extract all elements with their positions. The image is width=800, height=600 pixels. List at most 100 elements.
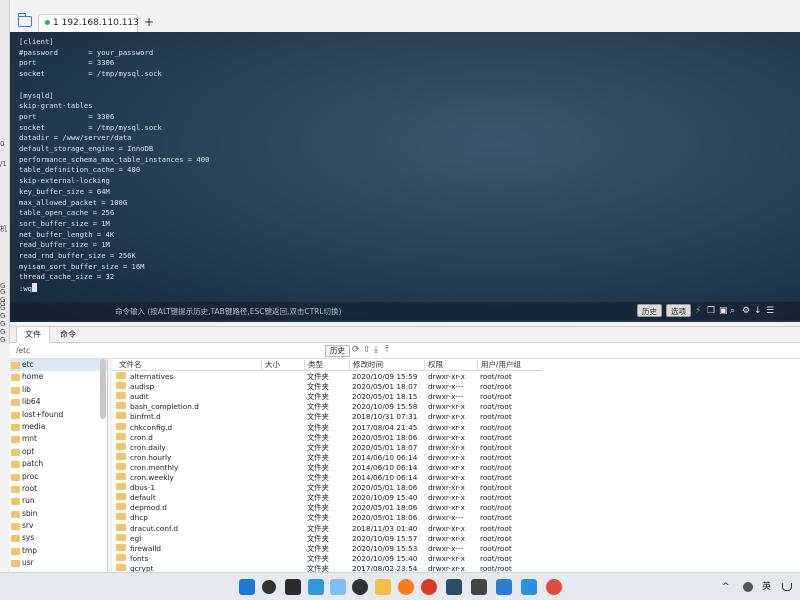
browser-2-icon[interactable] — [421, 579, 437, 595]
app-3-icon[interactable] — [546, 579, 562, 595]
tree-item-label: tmp — [22, 545, 38, 555]
path-history-button[interactable]: 历史 — [325, 345, 350, 357]
tree-item-home[interactable]: home — [10, 371, 107, 383]
tree-scrollbar[interactable] — [100, 359, 106, 419]
add-tab-button[interactable]: + — [144, 15, 154, 29]
search-app-icon[interactable] — [352, 579, 368, 595]
tree-item-sbin[interactable]: sbin — [10, 508, 107, 520]
tree-item-usr[interactable]: usr — [10, 557, 107, 569]
ime-indicator[interactable]: 英 — [762, 581, 771, 593]
options-button[interactable]: 选项 — [666, 304, 691, 317]
tree-item-root[interactable]: root — [10, 483, 107, 495]
tree-item-proc[interactable]: proc — [10, 471, 107, 483]
terminal-app-icon[interactable] — [446, 579, 462, 595]
firefox-icon[interactable] — [398, 579, 414, 595]
column-header-owner[interactable]: 用户/用户组 — [477, 360, 537, 371]
copy-icon[interactable]: ❐ — [707, 305, 715, 317]
column-header-size[interactable]: 大小 — [261, 360, 303, 371]
app-icon[interactable] — [330, 579, 346, 595]
tray-overflow-icon[interactable]: ^ — [722, 581, 730, 593]
folder-icon — [116, 412, 126, 420]
file-row[interactable]: dracut.conf.d 文件夹 2018/11/03 01:40 drwxr-xr… — [112, 523, 542, 534]
file-row[interactable]: cron.daily 文件夹 2020/05/01 18:07 drwxr-xr-x r… — [112, 442, 542, 453]
app-2-icon[interactable] — [471, 579, 487, 595]
path-input[interactable]: /etc — [14, 345, 324, 357]
file-row[interactable]: audisp 文件夹 2020/05/01 18:07 drwxr-x--- root/… — [112, 382, 542, 392]
tree-item-srv[interactable]: srv — [10, 520, 107, 532]
wifi-icon[interactable] — [782, 583, 792, 591]
file-row[interactable]: firewalld 文件夹 2020/10/09 15:53 drwxr-x--- ro… — [112, 543, 542, 554]
search-icon[interactable]: ⌕ — [730, 305, 735, 317]
session-tab-label: 1 192.168.110.113 — [53, 18, 139, 28]
file-type-cell: 文件夹 — [307, 432, 329, 442]
tree-item-sys[interactable]: sys — [10, 532, 107, 544]
tree-item-lib[interactable]: lib — [10, 384, 107, 396]
chat-icon[interactable] — [521, 579, 537, 595]
tab-session-1[interactable]: 1 192.168.110.113 — [38, 14, 139, 32]
tree-item-lib64[interactable]: lib64 — [10, 396, 107, 408]
tray-app-icon[interactable] — [743, 582, 753, 592]
file-owner-cell: root/root — [480, 493, 512, 503]
file-list[interactable]: 文件名 大小 类型 修改时间 权限 用户/用户组 alternatives 文件夹… — [112, 359, 800, 572]
gear-icon[interactable]: ⚙ — [742, 305, 750, 317]
file-row[interactable]: cron.hourly 文件夹 2014/06/10 06:14 drwxr-xr-x… — [112, 452, 542, 463]
tree-item-etc[interactable]: etc — [10, 359, 107, 372]
terminal-output[interactable]: [client] #password = your_password port = … — [10, 32, 800, 322]
file-explorer-icon[interactable] — [375, 579, 391, 595]
windows-start-icon[interactable] — [239, 579, 255, 595]
file-perm-cell: drwxr-xr-x — [428, 533, 465, 543]
column-header-modified[interactable]: 修改时间 — [349, 360, 423, 371]
refresh-icon[interactable]: ⟳ — [352, 344, 360, 357]
up-folder-icon[interactable]: ⇧ — [363, 344, 371, 357]
file-row[interactable]: egl 文件夹 2020/10/09 15:57 drwxr-xr-x root/roo… — [112, 533, 542, 544]
history-button[interactable]: 历史 — [637, 304, 662, 317]
command-input-hint[interactable]: 命令输入 (按ALT键提示历史,TAB键路径,ESC键返回,双击CTRL切换) — [115, 306, 341, 317]
file-row[interactable]: fonts 文件夹 2020/10/09 15:40 drwxr-xr-x root/r… — [112, 553, 542, 564]
vscode-icon[interactable] — [496, 579, 512, 595]
folder-icon — [116, 422, 126, 430]
file-row[interactable]: chkconfig.d 文件夹 2017/08/04 21:45 drwxr-xr-x… — [112, 422, 542, 433]
tree-item-opt[interactable]: opt — [10, 446, 107, 458]
tree-item-patch[interactable]: patch — [10, 458, 107, 470]
file-row[interactable]: gcrypt 文件夹 2017/08/02 23:54 drwxr-xr-x root/… — [112, 563, 542, 572]
file-row[interactable]: binfmt.d 文件夹 2018/10/31 07:31 drwxr-xr-x roo… — [112, 412, 542, 422]
file-owner-cell: root/root — [480, 442, 512, 452]
file-row[interactable]: alternatives 文件夹 2020/10/09 15:59 drwxr-xr-… — [112, 372, 542, 382]
command-input-bar[interactable]: 命令输入 (按ALT键提示历史,TAB键路径,ESC键返回,双击CTRL切换) … — [10, 302, 800, 320]
tab-commands[interactable]: 命令 — [52, 327, 84, 343]
file-owner-cell: root/root — [480, 462, 512, 472]
tab-files[interactable]: 文件 — [16, 327, 50, 343]
menu-icon[interactable]: ☰ — [766, 305, 774, 317]
search-icon[interactable] — [262, 580, 276, 594]
file-row[interactable]: bash_completion.d 文件夹 2020/10/09 15:58 drwx… — [112, 402, 542, 412]
paste-icon[interactable]: ▣ — [719, 305, 728, 317]
column-header-permissions[interactable]: 权限 — [424, 360, 476, 371]
folder-icon[interactable] — [17, 13, 32, 27]
tree-item-mnt[interactable]: mnt — [10, 433, 107, 445]
file-row[interactable]: dbus-1 文件夹 2020/05/01 18:06 drwxr-xr-x root/… — [112, 483, 542, 493]
file-row[interactable]: cron.weekly 文件夹 2014/06/10 06:14 drwxr-xr-x… — [112, 473, 542, 483]
column-header-name[interactable]: 文件名 — [116, 360, 256, 371]
browser-icon[interactable] — [308, 579, 324, 595]
file-type-cell: 文件夹 — [307, 483, 329, 493]
column-header-type[interactable]: 类型 — [304, 360, 348, 371]
directory-tree[interactable]: etc home lib lib64 lost+found media mnt opt patc… — [10, 359, 108, 572]
tree-item-media[interactable]: media — [10, 421, 107, 433]
file-row[interactable]: audit 文件夹 2020/05/01 18:15 drwxr-x--- root/r… — [112, 392, 542, 402]
file-name-cell: default — [130, 493, 156, 503]
tree-item-run[interactable]: run — [10, 495, 107, 507]
folder-icon — [116, 563, 126, 571]
tree-item-tmp[interactable]: tmp — [10, 545, 107, 557]
lightning-icon[interactable]: ⚡ — [695, 305, 701, 317]
file-row[interactable]: cron.monthly 文件夹 2014/06/10 06:14 drwxr-xr-… — [112, 462, 542, 473]
file-row[interactable]: default 文件夹 2020/10/09 15:40 drwxr-xr-x root… — [112, 493, 542, 503]
task-view-icon[interactable] — [285, 579, 301, 595]
file-row[interactable]: dhcp 文件夹 2020/05/01 18:06 drwxr-x--- root/ro… — [112, 513, 542, 523]
file-mtime-cell: 2014/06/10 06:14 — [352, 473, 418, 482]
download-icon[interactable]: ↓ — [754, 305, 762, 317]
file-row[interactable]: depmod.d 文件夹 2020/05/01 18:06 drwxr-xr-x roo… — [112, 503, 542, 513]
file-row[interactable]: cron.d 文件夹 2020/05/01 18:06 drwxr-xr-x root/… — [112, 432, 542, 443]
download-icon[interactable]: ⤓ — [374, 344, 378, 357]
tree-item-lost-found[interactable]: lost+found — [10, 409, 107, 421]
upload-icon[interactable]: ⤒ — [385, 344, 389, 357]
